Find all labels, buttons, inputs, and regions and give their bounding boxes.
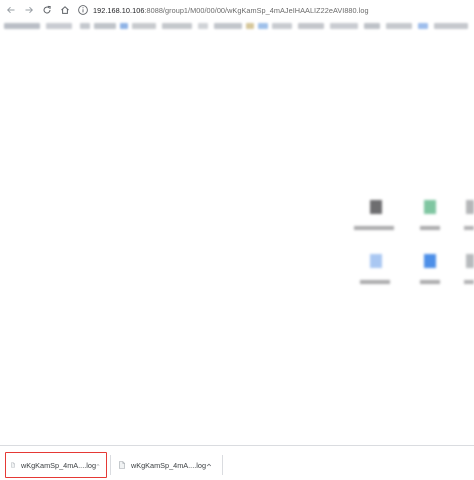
chevron-up-icon[interactable] xyxy=(96,461,100,469)
chevron-up-icon[interactable] xyxy=(206,461,212,469)
browser-window: 192.168.10.106:8088/group1/M00/00/00/wKg… xyxy=(0,0,474,480)
download-item[interactable]: wKgKamSp_4mA....log xyxy=(114,452,218,478)
forward-button[interactable] xyxy=(21,2,37,18)
url-path: :8088/group1/M00/00/00/wKgKamSp_4mAJeIHA… xyxy=(144,5,369,15)
info-icon[interactable] xyxy=(77,4,89,16)
browser-toolbar: 192.168.10.106:8088/group1/M00/00/00/wKg… xyxy=(0,0,474,20)
back-button[interactable] xyxy=(3,2,19,18)
forward-arrow-icon xyxy=(25,6,34,14)
file-icon xyxy=(119,461,125,469)
url-text: 192.168.10.106:8088/group1/M00/00/00/wKg… xyxy=(93,6,369,15)
download-shelf: wKgKamSp_4mA....log wKgKamSp_4mA....log xyxy=(0,445,474,480)
download-item[interactable]: wKgKamSp_4mA....log xyxy=(5,452,107,478)
download-filename: wKgKamSp_4mA....log xyxy=(130,460,207,470)
file-icon xyxy=(11,462,15,468)
back-arrow-icon xyxy=(6,6,15,14)
download-filename: wKgKamSp_4mA....log xyxy=(20,460,97,470)
reload-icon xyxy=(43,5,51,14)
home-icon xyxy=(61,6,69,14)
home-button[interactable] xyxy=(57,2,73,18)
shelf-divider xyxy=(222,455,223,475)
bookmarks-bar xyxy=(0,20,474,32)
reload-button[interactable] xyxy=(39,2,55,18)
url-host: 192.168.10.106 xyxy=(93,5,145,15)
address-bar[interactable]: 192.168.10.106:8088/group1/M00/00/00/wKg… xyxy=(77,2,369,18)
shelf-divider xyxy=(110,455,111,475)
